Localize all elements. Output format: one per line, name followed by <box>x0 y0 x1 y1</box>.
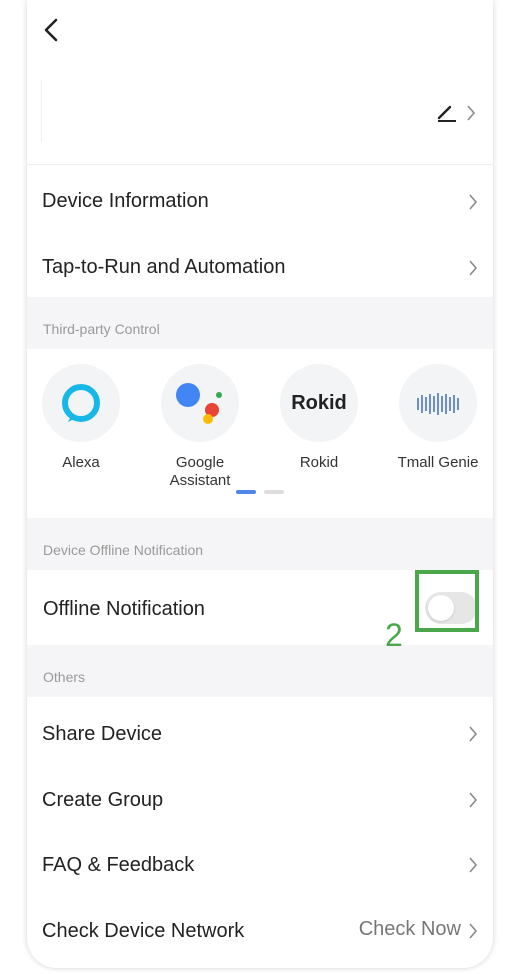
chevron-right-icon <box>469 792 478 808</box>
third-party-rokid[interactable]: Rokid Rokid <box>269 364 369 472</box>
alexa-label: Alexa <box>62 454 100 471</box>
menu-tap-to-run[interactable]: Tap-to-Run and Automation <box>27 234 493 296</box>
menu-device-information[interactable]: Device Information <box>27 168 493 232</box>
pager-dot <box>264 490 284 494</box>
toggle-highlight-box <box>415 570 479 632</box>
offline-section-title: Device Offline Notification <box>43 542 204 558</box>
alexa-icon <box>42 364 120 442</box>
section-others: Others <box>27 645 493 697</box>
divider <box>27 164 493 165</box>
device-information-label: Device Information <box>42 190 209 212</box>
settings-screen: Device Information Tap-to-Run and Automa… <box>27 0 493 968</box>
share-device-label: Share Device <box>42 723 163 745</box>
back-button[interactable] <box>37 12 67 46</box>
chevron-right-icon <box>469 923 478 939</box>
edit-name-button[interactable] <box>436 101 458 123</box>
section-third-party: Third-party Control <box>27 297 493 349</box>
check-network-label: Check Device Network <box>42 920 245 942</box>
others-title: Others <box>43 669 86 685</box>
check-now-link[interactable]: Check Now <box>359 918 461 941</box>
chevron-right-icon <box>469 260 478 276</box>
faq-feedback-label: FAQ & Feedback <box>42 854 195 876</box>
third-party-tmall-genie[interactable]: Tmall Genie <box>388 364 488 472</box>
third-party-alexa[interactable]: Alexa <box>31 364 131 472</box>
annotation-number: 2 <box>385 617 403 653</box>
chevron-right-icon <box>467 105 476 121</box>
chevron-right-icon <box>469 857 478 873</box>
menu-create-group[interactable]: Create Group <box>27 766 493 830</box>
google-assistant-label: Google Assistant <box>169 454 231 489</box>
menu-share-device[interactable]: Share Device <box>27 700 493 764</box>
rokid-logo-text: Rokid <box>291 392 347 414</box>
offline-notification-label: Offline Notification <box>43 598 205 620</box>
pager-dot-active <box>236 490 256 494</box>
device-name-card[interactable] <box>41 80 493 142</box>
third-party-title: Third-party Control <box>43 321 160 337</box>
chevron-left-icon <box>44 18 58 42</box>
tap-to-run-label: Tap-to-Run and Automation <box>42 256 286 278</box>
menu-faq-feedback[interactable]: FAQ & Feedback <box>27 832 493 896</box>
tmall-genie-icon <box>399 364 477 442</box>
create-group-label: Create Group <box>42 789 164 811</box>
third-party-google-assistant[interactable]: Google Assistant <box>150 364 250 490</box>
tmall-genie-label: Tmall Genie <box>397 454 479 471</box>
chevron-right-icon <box>469 194 478 210</box>
rokid-label: Rokid <box>299 454 339 471</box>
section-offline: Device Offline Notification <box>27 518 493 570</box>
pencil-icon <box>437 105 456 122</box>
google-assistant-icon <box>161 364 239 442</box>
rokid-icon: Rokid <box>280 364 358 442</box>
chevron-right-icon <box>469 726 478 742</box>
